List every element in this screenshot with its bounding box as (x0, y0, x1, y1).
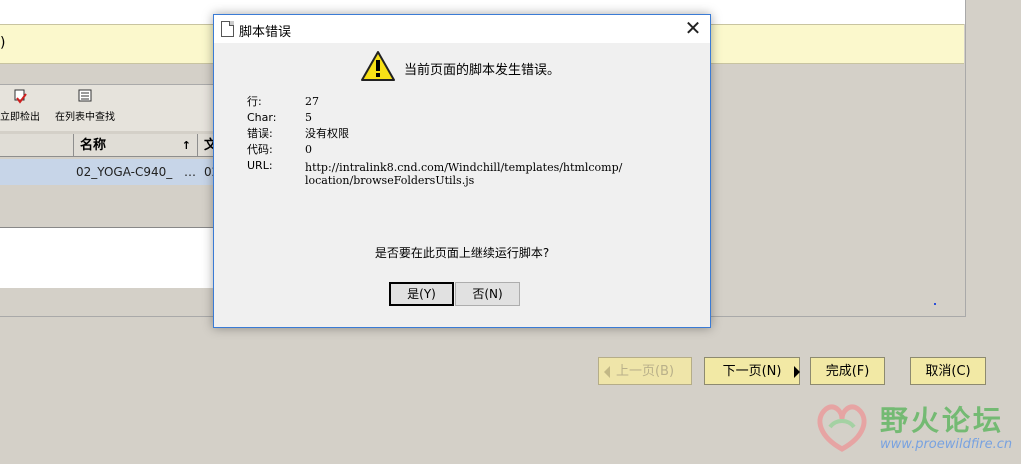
next-page-label: 下一页(N) (722, 364, 782, 379)
field-value-code: 0 (305, 143, 312, 156)
right-strip (966, 0, 1021, 330)
prev-page-label: 上一页(B) (615, 364, 675, 379)
continue-question: 是否要在此页面上继续运行脚本? (374, 246, 550, 260)
error-message: 当前页面的脚本发生错误。 (404, 63, 561, 78)
row-ellipsis: … (184, 165, 196, 179)
field-label-line: 行: (247, 95, 262, 108)
checkout-icon (11, 89, 29, 105)
script-error-dialog: 脚本错误 ✕ 当前页面的脚本发生错误。 行: 27 Char: 5 错误: 没有… (213, 14, 711, 328)
cancel-label: 取消(C) (925, 364, 971, 379)
grid-col-blank (0, 134, 74, 157)
dialog-title: 脚本错误 (239, 25, 292, 40)
grid-col-name-label: 名称 (80, 138, 107, 153)
find-in-list-icon (76, 89, 94, 105)
find-in-list-button[interactable]: 在列表中查找 (52, 89, 118, 123)
document-icon (221, 21, 234, 37)
field-label-url: URL: (247, 159, 273, 172)
warning-icon (361, 51, 395, 81)
watermark-title: 野火论坛 (880, 404, 1005, 437)
prev-page-button[interactable]: 上一页(B) (598, 357, 692, 385)
grid-col-name[interactable]: 名称 ↑ (74, 134, 198, 157)
toolbar: 立即检出 在列表中查找 (0, 84, 230, 131)
watermark-url: www.proewildfire.cn (880, 437, 1013, 452)
cancel-button[interactable]: 取消(C) (910, 357, 986, 385)
field-label-error: 错误: (247, 127, 273, 140)
table-row[interactable]: 02_YOGA-C940_ … 02 (0, 159, 230, 185)
field-value-url-cont: location/browseFoldersUtils.js (305, 174, 475, 187)
checkout-button[interactable]: 立即检出 (0, 89, 40, 123)
no-button[interactable]: 否(N) (455, 282, 520, 306)
field-value-error: 没有权限 (305, 127, 349, 140)
watermark: 野火论坛 www.proewildfire.cn (810, 397, 1015, 459)
row-name-cell: 02_YOGA-C940_ (76, 165, 173, 179)
sort-icon: ↑ (181, 139, 191, 152)
field-value-line: 27 (305, 95, 319, 108)
finish-label: 完成(F) (825, 364, 870, 379)
next-page-button[interactable]: 下一页(N) (704, 357, 800, 385)
grid-header: 名称 ↑ 文 (0, 134, 230, 158)
yes-button[interactable]: 是(Y) (389, 282, 454, 306)
finish-button[interactable]: 完成(F) (810, 357, 885, 385)
watermark-logo-icon (817, 404, 867, 452)
close-button[interactable]: ✕ (676, 15, 710, 43)
field-label-code: 代码: (247, 143, 273, 156)
preview-pane (0, 227, 219, 288)
dialog-titlebar[interactable]: 脚本错误 ✕ (214, 15, 710, 43)
stray-dot (934, 303, 936, 305)
info-bar-text: ) (0, 35, 6, 51)
next-arrow-icon (794, 366, 800, 378)
checkout-label: 立即检出 (0, 112, 40, 123)
find-in-list-label: 在列表中查找 (55, 112, 115, 123)
prev-arrow-icon (604, 366, 610, 378)
field-value-char: 5 (305, 111, 312, 124)
field-label-char: Char: (247, 111, 277, 124)
